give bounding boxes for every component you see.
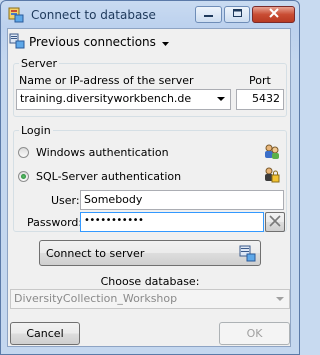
maximize-button[interactable] [224,6,250,23]
chevron-down-icon [276,297,284,301]
port-value: 5432 [252,92,280,105]
window-title: Connect to database [31,8,156,22]
maximize-icon [232,8,242,21]
user-value: Somebody [84,193,143,206]
chevron-down-icon [217,97,225,101]
windows-auth-radio[interactable]: Windows authentication [16,146,266,160]
password-label: Password: [27,216,83,229]
port-input[interactable]: 5432 [236,89,284,110]
login-group-title: Login [19,124,53,137]
password-input[interactable]: ••••••••••• [80,212,264,232]
clear-x-icon [269,214,281,230]
database-connect-icon [8,7,24,23]
previous-connections-dropdown[interactable]: Previous connections [9,33,169,51]
sql-auth-radio-button[interactable] [18,171,29,182]
cancel-button-label: Cancel [26,327,64,340]
connections-list-icon [9,33,25,52]
server-connect-icon [239,245,256,265]
minimize-icon [204,8,213,21]
server-name-combobox[interactable]: training.diversityworkbench.de [16,89,231,110]
database-value: DiversityCollection_Workshop [14,292,178,305]
port-label: Port [249,74,271,87]
close-icon [268,8,279,21]
user-label: User: [51,194,80,207]
sql-auth-radio[interactable]: SQL-Server authentication [16,170,266,184]
password-value: ••••••••••• [84,215,144,226]
server-name-label: Name or IP-adress of the server [19,74,194,87]
connect-button-label: Connect to server [46,246,145,260]
server-group-title: Server [19,57,60,70]
sql-user-lock-icon [263,166,280,186]
cancel-button[interactable]: Cancel [10,322,80,345]
title-bar[interactable]: Connect to database [0,0,300,28]
database-combobox[interactable]: DiversityCollection_Workshop [10,289,290,309]
connect-button[interactable]: Connect to server [39,240,261,266]
ok-button-label: OK [246,327,263,340]
windows-users-icon [263,143,280,163]
sql-auth-label: SQL-Server authentication [36,170,182,183]
server-name-value: training.diversityworkbench.de [20,92,192,105]
previous-connections-label: Previous connections [29,35,156,49]
chevron-down-icon [161,35,169,49]
ok-button[interactable]: OK [219,322,290,345]
windows-auth-radio-button[interactable] [18,147,29,158]
clear-password-button[interactable] [265,212,285,232]
minimize-button[interactable] [195,6,222,23]
close-button[interactable] [252,6,295,23]
user-input[interactable]: Somebody [80,190,284,210]
choose-database-label: Choose database: [100,275,200,288]
windows-auth-label: Windows authentication [36,146,169,159]
